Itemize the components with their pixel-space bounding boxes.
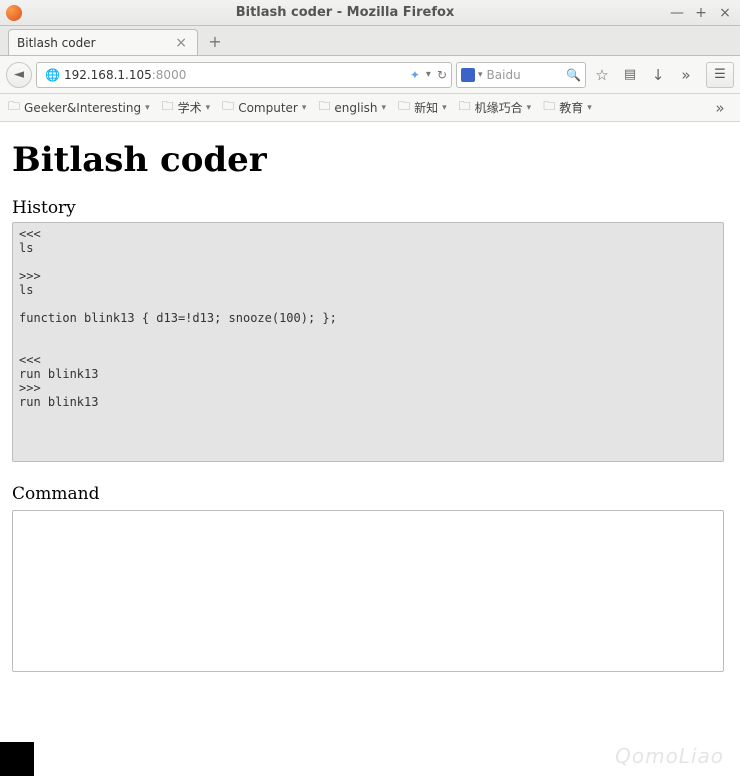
- bookmark-folder[interactable]: 🗀 Geeker&Interesting ▾: [8, 97, 150, 118]
- chevron-down-icon: ▾: [527, 103, 532, 113]
- bookmark-folder[interactable]: 🗀 english ▾: [318, 97, 386, 118]
- tab-title: Bitlash coder: [17, 36, 96, 50]
- chevron-down-icon: ▾: [587, 103, 592, 113]
- feed-icon[interactable]: ✦: [410, 68, 420, 82]
- folder-icon: 🗀: [543, 97, 555, 118]
- url-host: 192.168.1.105: [64, 68, 152, 82]
- navigation-toolbar: ◄ 🌐 192.168.1.105:8000 ✦ ▾ ↻ ▾ Baidu 🔍 ☆…: [0, 56, 740, 94]
- bookmark-label: Geeker&Interesting: [24, 101, 141, 115]
- url-bar[interactable]: 🌐 192.168.1.105:8000 ✦ ▾ ↻: [36, 62, 452, 88]
- command-label: Command: [12, 484, 728, 504]
- page-content: Bitlash coder History Command: [0, 122, 740, 686]
- command-textarea[interactable]: [12, 510, 724, 672]
- search-bar[interactable]: ▾ Baidu 🔍: [456, 62, 586, 88]
- bookmark-folder[interactable]: 🗀学术 ▾: [162, 97, 211, 118]
- downloads-button[interactable]: ↓: [646, 63, 670, 87]
- bookmark-folder[interactable]: 🗀教育 ▾: [543, 97, 592, 118]
- bookmark-label: english: [334, 101, 377, 115]
- chevron-down-icon: ▾: [206, 103, 211, 113]
- globe-icon: 🌐: [45, 68, 60, 82]
- history-textarea[interactable]: [12, 222, 724, 462]
- bookmark-folder[interactable]: 🗀机缘巧合 ▾: [459, 97, 532, 118]
- folder-icon: 🗀: [398, 97, 410, 118]
- page-heading: Bitlash coder: [12, 140, 728, 180]
- bookmarks-overflow-button[interactable]: »: [708, 96, 732, 120]
- maximize-button[interactable]: +: [694, 6, 708, 20]
- bookmark-label: 学术: [178, 99, 202, 116]
- folder-icon: 🗀: [318, 97, 330, 118]
- history-label: History: [12, 198, 728, 218]
- browser-tab[interactable]: Bitlash coder ×: [8, 29, 198, 55]
- url-port: :8000: [152, 68, 187, 82]
- bookmark-folder[interactable]: 🗀新知 ▾: [398, 97, 447, 118]
- bookmark-folder[interactable]: 🗀 Computer ▾: [222, 97, 306, 118]
- bookmarks-list-button[interactable]: ▤: [618, 63, 642, 87]
- watermark-text: QomoLiao: [615, 744, 724, 768]
- folder-icon: 🗀: [222, 97, 234, 118]
- reload-icon[interactable]: ↻: [437, 68, 447, 82]
- search-placeholder: Baidu: [487, 68, 567, 82]
- folder-icon: 🗀: [162, 97, 174, 118]
- close-window-button[interactable]: ×: [718, 6, 732, 20]
- search-engine-icon: [461, 68, 475, 82]
- search-engine-dropdown-icon[interactable]: ▾: [478, 70, 483, 80]
- folder-icon: 🗀: [459, 97, 471, 118]
- back-button[interactable]: ◄: [6, 62, 32, 88]
- bookmarks-toolbar: 🗀Geeker&Interesting▾ 🗀学术▾ 🗀Computer▾ 🗀en…: [0, 94, 740, 122]
- chevron-down-icon: ▾: [382, 103, 387, 113]
- chevron-down-icon: ▾: [442, 103, 447, 113]
- arrow-left-icon: ◄: [14, 67, 24, 82]
- bookmark-label: Computer: [238, 101, 298, 115]
- search-icon[interactable]: 🔍: [566, 68, 581, 82]
- firefox-app-icon: [6, 5, 22, 21]
- overflow-button[interactable]: »: [674, 63, 698, 87]
- hamburger-menu-button[interactable]: ☰: [706, 62, 734, 88]
- url-dropdown-icon[interactable]: ▾: [426, 69, 431, 80]
- window-title: Bitlash coder - Mozilla Firefox: [28, 5, 662, 20]
- folder-icon: 🗀: [8, 97, 20, 118]
- chevron-down-icon: ▾: [145, 103, 150, 113]
- window-titlebar: Bitlash coder - Mozilla Firefox — + ×: [0, 0, 740, 26]
- new-tab-button[interactable]: +: [204, 32, 226, 52]
- minimize-button[interactable]: —: [670, 6, 684, 20]
- tab-close-button[interactable]: ×: [173, 35, 189, 51]
- bookmark-label: 教育: [559, 99, 583, 116]
- bookmark-star-button[interactable]: ☆: [590, 63, 614, 87]
- tab-bar: Bitlash coder × +: [0, 26, 740, 56]
- bookmark-label: 新知: [414, 99, 438, 116]
- black-square: [0, 742, 34, 776]
- chevron-down-icon: ▾: [302, 103, 307, 113]
- bookmark-label: 机缘巧合: [475, 99, 523, 116]
